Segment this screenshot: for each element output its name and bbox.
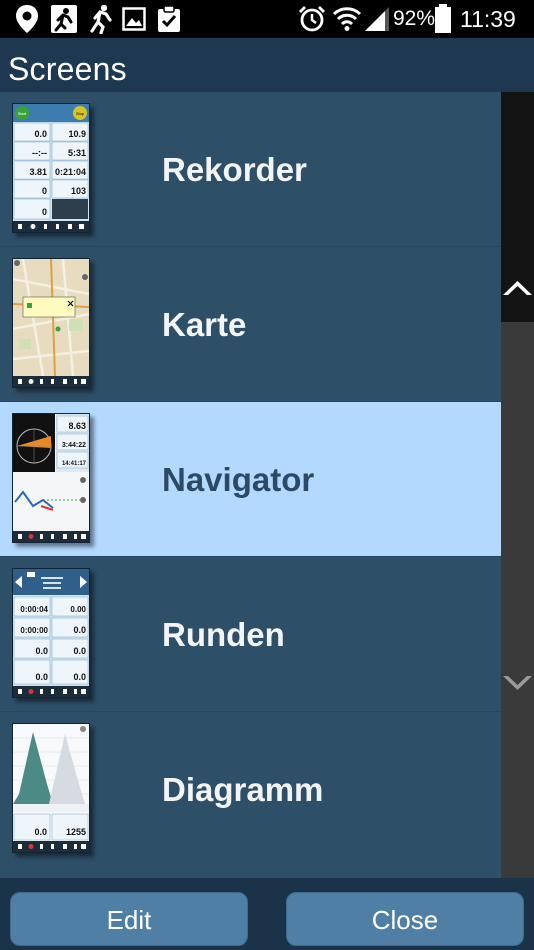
thumb-value: 0.0 xyxy=(34,827,47,837)
screen-thumbnail: 8.63 3:44:22 14:41:17 xyxy=(12,413,90,543)
screen-item-navigator[interactable]: 8.63 3:44:22 14:41:17 Navigator xyxy=(0,402,501,557)
diagramm-preview-image: 0.0 1255 xyxy=(13,724,89,852)
screen-thumbnail xyxy=(12,258,90,388)
bottom-action-bar: Edit Close xyxy=(0,878,534,950)
thumb-value: 8.63 xyxy=(68,421,86,431)
screen-label: Diagramm xyxy=(162,771,324,808)
screen-item-rekorder[interactable]: Start Stop 0.0 10.9 --:-- 5:31 3.81 0:21… xyxy=(0,92,501,247)
screen-label: Rekorder xyxy=(162,151,307,188)
screen-label: Navigator xyxy=(162,461,315,498)
thumb-value: --:-- xyxy=(32,148,47,158)
list-scrollbar[interactable] xyxy=(501,92,534,878)
thumb-value: 5:31 xyxy=(68,148,86,158)
screen-thumbnail: Start Stop 0.0 10.9 --:-- 5:31 3.81 0:21… xyxy=(12,103,90,233)
wifi-icon xyxy=(332,7,362,31)
thumb-value: 0.00 xyxy=(70,605,86,614)
thumb-value: 10.9 xyxy=(68,129,86,139)
location-pin-icon xyxy=(16,5,38,33)
thumb-value: 0 xyxy=(42,207,47,217)
screen-item-runden[interactable]: 0:00:04 0.00 0:00:00 0.0 0.0 0.0 0.0 0.0… xyxy=(0,557,501,712)
thumb-badge-start: Start xyxy=(18,111,27,116)
thumb-value: 103 xyxy=(71,186,86,196)
scroll-down-icon[interactable] xyxy=(501,670,534,694)
alarm-icon xyxy=(299,6,325,32)
thumb-value: 1255 xyxy=(66,827,86,837)
thumb-value: 3:44:22 xyxy=(62,442,86,449)
screens-list[interactable]: Start Stop 0.0 10.9 --:-- 5:31 3.81 0:21… xyxy=(0,92,501,878)
rekorder-preview-image: Start Stop 0.0 10.9 --:-- 5:31 3.81 0:21… xyxy=(13,104,89,232)
thumb-value: 0.0 xyxy=(73,646,86,656)
edit-button[interactable]: Edit xyxy=(10,892,248,946)
screen-thumbnail: 0.0 1255 xyxy=(12,723,90,853)
screen-item-diagramm[interactable]: 0.0 1255 Diagramm xyxy=(0,712,501,867)
thumb-value: 0.0 xyxy=(35,646,48,656)
runner-app-icon xyxy=(51,5,77,33)
thumb-value: 0.0 xyxy=(73,625,86,635)
runden-preview-image: 0:00:04 0.00 0:00:00 0.0 0.0 0.0 0.0 0.0 xyxy=(13,569,89,697)
header: Screens xyxy=(0,38,534,92)
thumb-value: 0 xyxy=(42,186,47,196)
screen-label: Runden xyxy=(162,616,285,653)
status-bar: 92% 11:39 xyxy=(0,0,534,38)
thumb-value: 0:00:04 xyxy=(20,605,48,614)
thumb-value: 0:00:00 xyxy=(20,626,48,635)
screen-item-karte[interactable]: Karte xyxy=(0,247,501,402)
thumb-value: 3.81 xyxy=(29,167,47,177)
signal-icon xyxy=(365,7,389,31)
thumb-value: 0:21:04 xyxy=(55,167,86,177)
close-button[interactable]: Close xyxy=(286,892,524,946)
clock: 11:39 xyxy=(460,6,516,32)
thumb-value: 0.0 xyxy=(35,672,48,682)
battery-percent: 92% xyxy=(393,7,436,30)
battery-icon xyxy=(435,4,451,33)
karte-map-preview-image xyxy=(13,259,89,387)
thumb-badge-stop: Stop xyxy=(76,111,85,116)
navigator-preview-image: 8.63 3:44:22 14:41:17 xyxy=(13,414,89,542)
thumb-value: 14:41:17 xyxy=(62,461,87,467)
screen-label: Karte xyxy=(162,306,247,343)
running-icon xyxy=(90,4,112,34)
screen-thumbnail: 0:00:04 0.00 0:00:00 0.0 0.0 0.0 0.0 0.0 xyxy=(12,568,90,698)
clipboard-check-icon xyxy=(158,5,180,32)
image-icon xyxy=(122,7,146,31)
thumb-value: 0.0 xyxy=(34,129,47,139)
thumb-value: 0.0 xyxy=(73,672,86,682)
page-title: Screens xyxy=(8,51,127,87)
scroll-up-icon[interactable] xyxy=(501,277,534,301)
